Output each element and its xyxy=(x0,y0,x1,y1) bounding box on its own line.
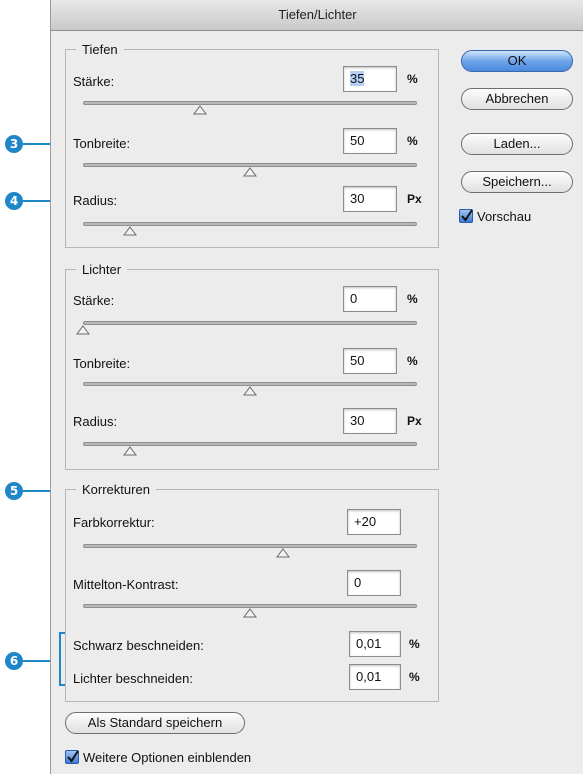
checkmark-icon xyxy=(67,750,79,763)
weitere-optionen-label: Weitere Optionen einblenden xyxy=(83,750,252,765)
checkmark-icon xyxy=(461,209,473,222)
lichter-radius-label: Radius: xyxy=(73,414,118,429)
weitere-optionen-checkbox[interactable] xyxy=(65,750,79,764)
tiefen-staerke-input[interactable]: 35 xyxy=(343,66,397,92)
vorschau-checkbox[interactable] xyxy=(459,209,473,223)
farbkorrektur-slider-track[interactable] xyxy=(83,544,417,548)
lichter-tonbreite-input[interactable]: 50 xyxy=(343,348,397,374)
tiefen-radius-input[interactable]: 30 xyxy=(343,186,397,212)
korrekturen-legend: Korrekturen xyxy=(82,482,150,497)
tiefen-tonbreite-input[interactable]: 50 xyxy=(343,128,397,154)
callout-6: 6 xyxy=(5,652,23,670)
lichter-tonbreite-unit: % xyxy=(407,354,418,368)
abbrechen-button[interactable]: Abbrechen xyxy=(461,88,573,110)
als-standard-speichern-button[interactable]: Als Standard speichern xyxy=(65,712,245,734)
tiefen-radius-unit: Px xyxy=(407,192,422,206)
tiefen-staerke-unit: % xyxy=(407,72,418,86)
tiefen-lichter-dialog: Tiefen/Lichter Tiefen Stärke: 35 % Tonbr… xyxy=(50,0,583,774)
tiefen-radius-label: Radius: xyxy=(73,193,118,208)
lichter-staerke-unit: % xyxy=(407,292,418,306)
lichter-beschneiden-unit: % xyxy=(409,670,420,684)
vorschau-label: Vorschau xyxy=(477,209,532,224)
schwarz-beschneiden-unit: % xyxy=(409,637,420,651)
ok-button[interactable]: OK xyxy=(461,50,573,72)
tiefen-tonbreite-label: Tonbreite: xyxy=(73,136,131,151)
lichter-radius-unit: Px xyxy=(407,414,422,428)
lichter-beschneiden-input[interactable]: 0,01 xyxy=(349,664,401,690)
mittelton-kontrast-label: Mittelton-Kontrast: xyxy=(73,577,179,592)
mittelton-kontrast-input[interactable]: 0 xyxy=(347,570,401,596)
farbkorrektur-label: Farbkorrektur: xyxy=(73,515,155,530)
window-title: Tiefen/Lichter xyxy=(51,0,583,31)
schwarz-beschneiden-input[interactable]: 0,01 xyxy=(349,631,401,657)
schwarz-beschneiden-label: Schwarz beschneiden: xyxy=(73,638,204,653)
laden-button[interactable]: Laden... xyxy=(461,133,573,155)
lichter-tonbreite-label: Tonbreite: xyxy=(73,356,131,371)
lichter-staerke-label: Stärke: xyxy=(73,293,115,308)
lichter-staerke-input[interactable]: 0 xyxy=(343,286,397,312)
lichter-legend: Lichter xyxy=(82,262,122,277)
callout-4: 4 xyxy=(5,192,23,210)
callout-5: 5 xyxy=(5,482,23,500)
farbkorrektur-input[interactable]: +20 xyxy=(347,509,401,535)
tiefen-legend: Tiefen xyxy=(82,42,118,57)
tiefen-staerke-slider-track[interactable] xyxy=(83,101,417,105)
lichter-staerke-slider-track[interactable] xyxy=(83,321,417,325)
callout-6-bracket xyxy=(59,632,65,686)
lichter-radius-input[interactable]: 30 xyxy=(343,408,397,434)
callout-3: 3 xyxy=(5,135,23,153)
speichern-button[interactable]: Speichern... xyxy=(461,171,573,193)
tiefen-tonbreite-unit: % xyxy=(407,134,418,148)
tiefen-staerke-label: Stärke: xyxy=(73,74,115,89)
lichter-beschneiden-label: Lichter beschneiden: xyxy=(73,671,193,686)
